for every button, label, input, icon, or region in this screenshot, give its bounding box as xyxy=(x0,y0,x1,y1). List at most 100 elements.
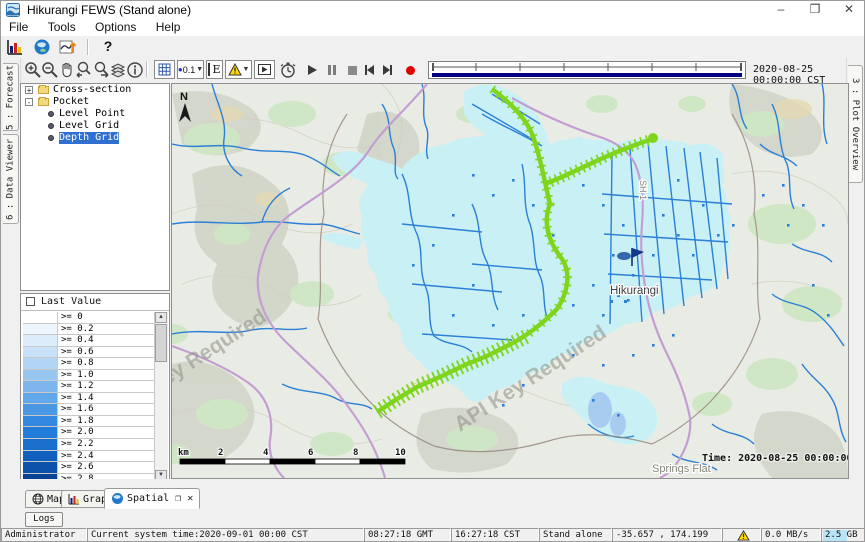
tree-item-label[interactable]: Level Point xyxy=(59,108,125,120)
close-panel-icon[interactable]: ✕ xyxy=(187,493,193,504)
color-swatch xyxy=(23,393,58,404)
map-toolbar: ● 0.1 ▼ E ▼ xyxy=(20,58,865,83)
color-swatch xyxy=(23,462,58,473)
folder-icon xyxy=(38,86,49,94)
grid-toggle-button[interactable] xyxy=(154,60,175,79)
north-label: N xyxy=(180,91,188,103)
tree-item-pocket[interactable]: - Pocket xyxy=(21,96,169,108)
expand-icon[interactable]: + xyxy=(25,86,33,94)
minimize-button[interactable]: – xyxy=(766,1,796,19)
previous-zoom-icon[interactable] xyxy=(75,61,93,79)
status-user: Administrator xyxy=(1,528,87,542)
scrollbar-thumb[interactable] xyxy=(155,324,167,362)
color-swatch xyxy=(23,324,58,335)
tab-plot-overview[interactable]: 3 : Plot Overview xyxy=(848,65,863,183)
folder-icon xyxy=(38,98,49,106)
timeseries-dialog-icon[interactable] xyxy=(6,38,24,56)
grid-display-globe-icon[interactable] xyxy=(33,38,51,56)
pause-button[interactable] xyxy=(323,61,341,79)
status-mode: Stand alone xyxy=(539,528,612,542)
animation-timer-icon[interactable] xyxy=(279,61,297,79)
step-back-button[interactable] xyxy=(360,61,378,79)
main-toolbar: ? xyxy=(1,36,865,59)
tree-item-label[interactable]: Pocket xyxy=(53,96,89,108)
menu-file[interactable]: File xyxy=(1,19,36,34)
color-swatch xyxy=(23,381,58,392)
status-download-rate: 0.0 MB/s xyxy=(761,528,821,542)
node-bullet-icon xyxy=(48,123,54,129)
node-bullet-icon xyxy=(48,135,54,141)
color-swatch xyxy=(23,335,58,346)
color-swatch xyxy=(23,416,58,427)
collapse-icon[interactable]: - xyxy=(25,98,33,106)
play-button[interactable] xyxy=(303,61,321,79)
tab-data-viewer[interactable]: 6 : Data Viewer xyxy=(3,134,19,224)
last-value-label: Last Value xyxy=(41,296,101,307)
legend-row: >= 0.4 xyxy=(23,335,154,347)
zoom-out-icon[interactable] xyxy=(41,61,59,79)
time-slider[interactable] xyxy=(428,61,746,79)
color-swatch xyxy=(23,312,58,323)
thresholds-dropdown-button[interactable]: ▼ xyxy=(225,60,252,79)
maximize-button[interactable]: ❐ xyxy=(800,1,830,19)
time-slider-track xyxy=(429,62,745,78)
tree-item-depth-grid[interactable]: Depth Grid xyxy=(21,132,169,144)
help-icon[interactable]: ? xyxy=(99,38,117,56)
tree-item-label-selected[interactable]: Depth Grid xyxy=(59,132,119,144)
close-button[interactable]: ✕ xyxy=(834,1,864,19)
bottom-panel-bar: Map Graph Spatial ❐ ✕ Logs xyxy=(1,479,865,528)
title-bar[interactable]: Hikurangi FEWS (Stand alone) – ❐ ✕ xyxy=(1,1,865,19)
step-forward-button[interactable] xyxy=(378,61,396,79)
scale-unit: km xyxy=(178,448,189,458)
tree-item-label[interactable]: Level Grid xyxy=(59,120,119,132)
left-tab-strip: 5 : Forecast 6 : Data Viewer xyxy=(1,58,21,510)
color-swatch xyxy=(23,404,58,415)
map-viewport[interactable]: API Key Required API Key Required Hikura… xyxy=(171,83,849,479)
color-swatch xyxy=(23,347,58,358)
tree-item-label[interactable]: Cross-section xyxy=(53,84,131,96)
restore-panel-icon[interactable]: ❐ xyxy=(175,493,181,504)
tab-forecast[interactable]: 5 : Forecast xyxy=(3,63,19,131)
map-canvas: API Key Required API Key Required Hikura… xyxy=(172,84,848,478)
color-swatch xyxy=(23,451,58,462)
chevron-down-icon: ▼ xyxy=(243,66,250,73)
legend-header: Last Value xyxy=(21,294,169,311)
scroll-up-icon[interactable]: ▲ xyxy=(155,312,167,323)
menu-options[interactable]: Options xyxy=(87,19,144,34)
next-zoom-icon[interactable] xyxy=(92,61,110,79)
status-memory[interactable]: 2.5 GB xyxy=(821,528,865,542)
info-icon[interactable] xyxy=(126,61,144,79)
color-swatch xyxy=(23,427,58,438)
legend-row: >= 2.6 xyxy=(23,462,154,474)
bar-chart-icon xyxy=(68,493,80,505)
last-value-checkbox[interactable] xyxy=(26,297,35,306)
legend-row: >= 1.4 xyxy=(23,393,154,405)
menu-tools[interactable]: Tools xyxy=(40,19,84,34)
tree-item-level-grid[interactable]: Level Grid xyxy=(21,120,169,132)
globe-grid-icon xyxy=(32,493,44,505)
tree-item-cross-section[interactable]: + Cross-section xyxy=(21,84,169,96)
scale-bar-segments xyxy=(180,459,405,464)
stop-button[interactable] xyxy=(343,61,361,79)
animation-dialog-button[interactable] xyxy=(254,60,275,79)
legend-panel: Last Value >= 0 >= 0.2 >= 0.4 >= 0.6 >= … xyxy=(20,293,170,483)
color-swatch xyxy=(23,358,58,369)
logs-button[interactable]: Logs xyxy=(25,512,63,527)
classes-dropdown-button[interactable]: ● 0.1 ▼ xyxy=(177,60,204,79)
tab-spatial[interactable]: Spatial ❐ ✕ xyxy=(104,488,200,509)
layers-icon[interactable] xyxy=(109,61,127,79)
pan-hand-icon[interactable] xyxy=(58,61,76,79)
zoom-in-icon[interactable] xyxy=(24,61,42,79)
app-logo-icon xyxy=(6,3,20,17)
legend-scrollbar[interactable]: ▲ ▼ xyxy=(154,312,168,481)
status-warning[interactable] xyxy=(722,528,761,542)
menu-help[interactable]: Help xyxy=(148,19,189,34)
status-system-time: Current system time:2020-09-01 00:00 CST xyxy=(87,528,364,542)
record-button[interactable] xyxy=(401,61,419,79)
labels-toggle-button[interactable]: E xyxy=(206,60,223,79)
svg-text:8: 8 xyxy=(353,448,358,458)
status-local-time: 16:27:18 CST xyxy=(451,528,539,542)
menu-bar: File Tools Options Help xyxy=(1,19,865,36)
spatial-display-icon[interactable] xyxy=(59,38,77,56)
tree-item-level-point[interactable]: Level Point xyxy=(21,108,169,120)
